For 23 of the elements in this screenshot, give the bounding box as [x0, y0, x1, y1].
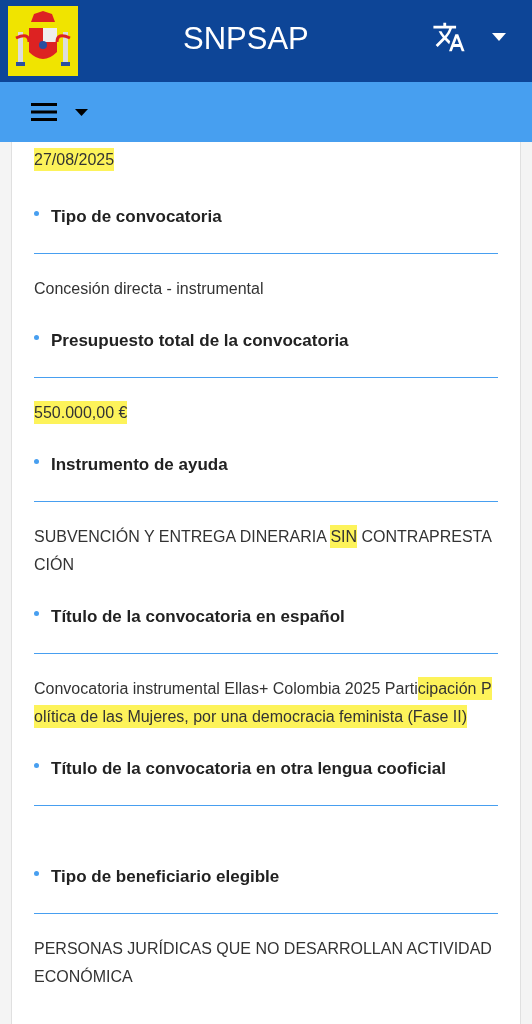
field-value: 27/08/2025	[34, 142, 498, 199]
field-label: Instrumento de ayuda	[51, 454, 228, 477]
bullet-icon	[34, 210, 39, 216]
field-label: Tipo de beneficiario elegible	[51, 866, 280, 889]
coat-of-arms-logo	[8, 6, 78, 76]
menu-icon	[31, 103, 57, 121]
caret-icon	[75, 108, 88, 116]
menu-button[interactable]	[31, 103, 88, 121]
field-label: Presupuesto total de la convocatoria	[51, 330, 349, 353]
translate-icon	[432, 20, 466, 54]
field-label: Tipo de convocatoria	[51, 206, 222, 229]
field-value: SUBVENCIÓN Y ENTREGA DINERARIA SIN CONTRAPRESTACIÓN	[34, 502, 498, 599]
language-selector[interactable]	[432, 20, 506, 54]
field-value: 550.000,00 €	[34, 378, 498, 447]
bullet-icon	[34, 870, 39, 876]
field-label: Título de la convocatoria en español	[51, 606, 345, 629]
caret-icon	[492, 33, 506, 41]
bullet-icon	[34, 334, 39, 340]
bullet-icon	[34, 610, 39, 616]
field-label: Título de la convocatoria en otra lengua cooficial	[51, 758, 446, 781]
bullet-icon	[34, 762, 39, 768]
bullet-icon	[34, 458, 39, 464]
app-title: SNPSAP	[183, 20, 309, 58]
